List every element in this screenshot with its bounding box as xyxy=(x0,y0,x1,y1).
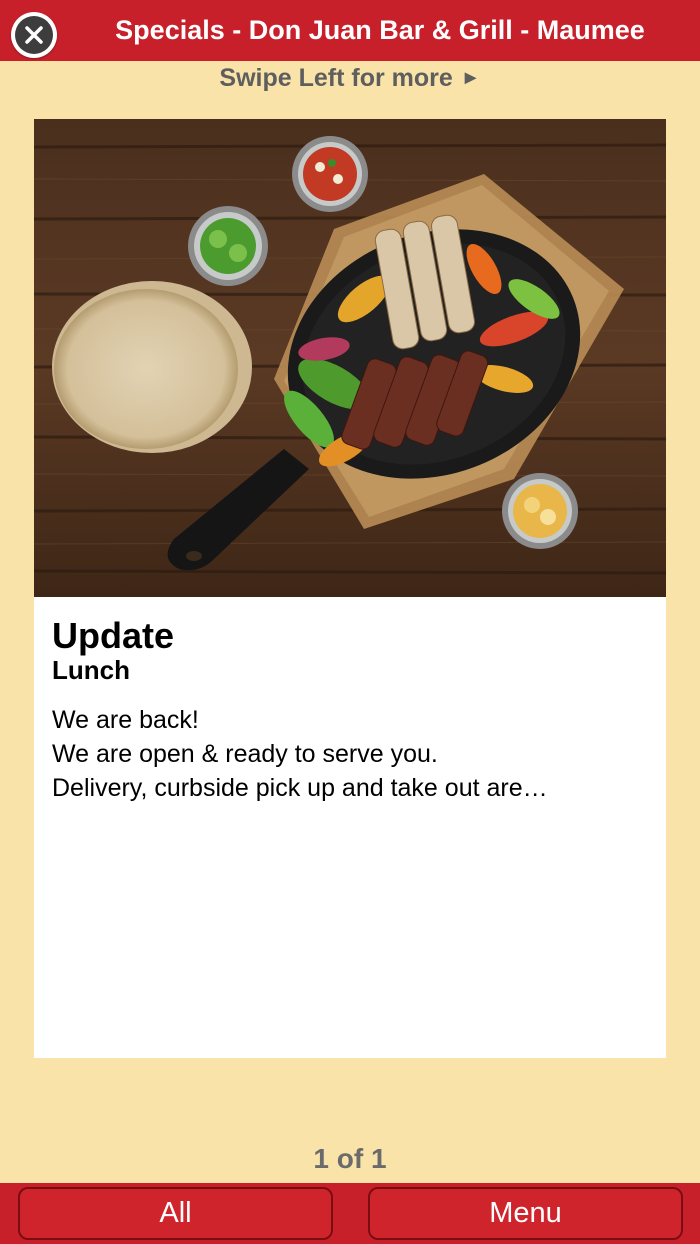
all-button[interactable]: All xyxy=(18,1187,333,1240)
menu-button[interactable]: Menu xyxy=(368,1187,683,1240)
page-indicator: 1 of 1 xyxy=(313,1143,387,1174)
close-icon xyxy=(15,16,53,54)
special-description: We are back! We are open & ready to serv… xyxy=(52,703,648,805)
header-bar: Specials - Don Juan Bar & Grill - Maumee xyxy=(0,0,700,61)
special-title: Update xyxy=(52,615,175,656)
special-subtitle: Lunch xyxy=(52,655,130,685)
close-button[interactable] xyxy=(11,12,57,58)
description-line: Delivery, curbside pick up and take out … xyxy=(52,774,548,802)
fajitas-skillet-image xyxy=(34,119,666,597)
right-arrow-icon: ► xyxy=(460,66,481,89)
page-title: Specials - Don Juan Bar & Grill - Maumee xyxy=(115,15,645,45)
special-card-body: Update Lunch We are back! We are open & … xyxy=(34,597,666,825)
special-card[interactable]: Update Lunch We are back! We are open & … xyxy=(34,119,666,1058)
description-line: We are open & ready to serve you. xyxy=(52,740,438,768)
swipe-hint-text: Swipe Left for more xyxy=(219,63,453,92)
description-line: We are back! xyxy=(52,706,199,734)
specials-screen: Specials - Don Juan Bar & Grill - Maumee… xyxy=(0,0,700,1244)
bottom-bar: All Menu xyxy=(0,1183,700,1244)
swipe-hint: Swipe Left for more ► xyxy=(0,61,700,95)
